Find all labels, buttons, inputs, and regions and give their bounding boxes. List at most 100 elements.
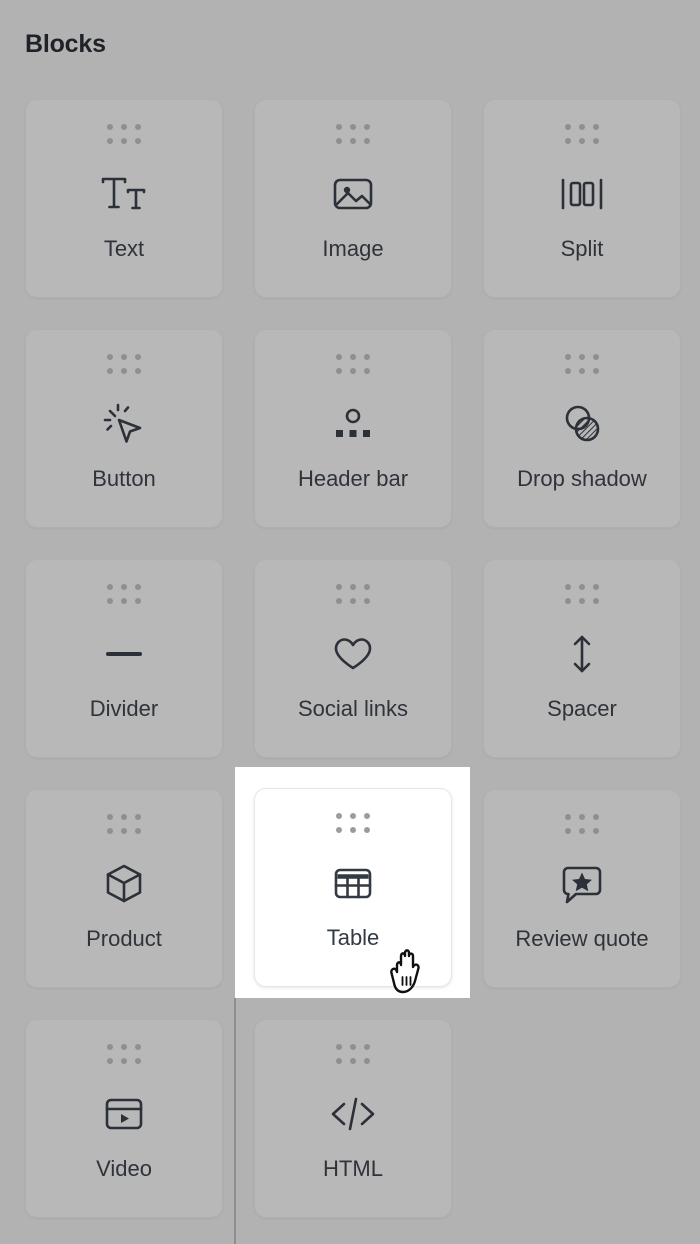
block-card-button[interactable]: Button	[25, 329, 223, 528]
block-card-image[interactable]: Image	[254, 99, 452, 298]
drag-handle-dots[interactable]	[565, 124, 599, 144]
drag-handle-dot	[107, 1058, 113, 1064]
drag-handle-dot	[364, 368, 370, 374]
drag-handle-dots[interactable]	[336, 584, 370, 604]
block-card-text[interactable]: Text	[25, 99, 223, 298]
block-card-label: Spacer	[547, 698, 617, 720]
drag-handle-dot	[135, 124, 141, 130]
header-bar-icon	[332, 400, 374, 448]
drag-handle-dot	[350, 1044, 356, 1050]
drag-handle-dot	[565, 598, 571, 604]
drag-handle-dot	[135, 138, 141, 144]
cube-icon	[102, 860, 146, 908]
drag-handle-dots[interactable]	[107, 124, 141, 144]
block-card-video[interactable]: Video	[25, 1019, 223, 1218]
drag-handle-dot	[565, 138, 571, 144]
drag-handle-dot	[135, 584, 141, 590]
drag-handle-dot	[565, 368, 571, 374]
drag-handle-dot	[336, 124, 342, 130]
block-card-drop-shadow[interactable]: Drop shadow	[483, 329, 681, 528]
drag-handle-dots[interactable]	[107, 1044, 141, 1064]
block-card-label: Button	[92, 468, 156, 490]
drag-handle-dots[interactable]	[107, 354, 141, 374]
drag-handle-dot	[336, 813, 342, 819]
drag-handle-dot	[579, 124, 585, 130]
image-icon	[331, 170, 375, 218]
drag-handle-dots[interactable]	[336, 1044, 370, 1064]
drag-handle-dot	[364, 827, 370, 833]
drag-handle-dot	[336, 584, 342, 590]
drag-handle-dot	[336, 827, 342, 833]
drag-handle-dots[interactable]	[107, 814, 141, 834]
block-card-label: Product	[86, 928, 162, 950]
drag-handle-dot	[121, 368, 127, 374]
drag-handle-dots[interactable]	[565, 354, 599, 374]
drag-handle-dot	[135, 598, 141, 604]
block-card-product[interactable]: Product	[25, 789, 223, 988]
drag-handle-dot	[336, 598, 342, 604]
block-card-spacer[interactable]: Spacer	[483, 559, 681, 758]
code-icon	[329, 1090, 377, 1138]
drag-handle-dot	[107, 1044, 113, 1050]
block-card-label: Table	[327, 927, 380, 949]
drag-handle-dot	[350, 1058, 356, 1064]
block-card-divider[interactable]: Divider	[25, 559, 223, 758]
video-icon	[102, 1090, 146, 1138]
drag-handle-dots[interactable]	[336, 354, 370, 374]
block-card-label: Social links	[298, 698, 408, 720]
drag-handle-dot	[135, 1058, 141, 1064]
drag-handle-dot	[364, 1044, 370, 1050]
block-card-label: Text	[104, 238, 144, 260]
drag-handle-dot	[593, 124, 599, 130]
drag-handle-dot	[336, 368, 342, 374]
drag-handle-dots[interactable]	[565, 584, 599, 604]
drag-handle-dot	[121, 828, 127, 834]
drag-handle-dot	[107, 354, 113, 360]
drag-handle-dot	[350, 598, 356, 604]
drag-handle-dot	[350, 813, 356, 819]
drag-handle-dot	[593, 368, 599, 374]
drag-handle-dots[interactable]	[107, 584, 141, 604]
split-icon	[559, 170, 605, 218]
drag-handle-dot	[593, 828, 599, 834]
block-card-label: HTML	[323, 1158, 383, 1180]
drag-handle-dot	[593, 584, 599, 590]
drag-handle-dot	[593, 814, 599, 820]
block-card-review-quote[interactable]: Review quote	[483, 789, 681, 988]
drag-handle-dots[interactable]	[565, 814, 599, 834]
drag-handle-dot	[107, 124, 113, 130]
drag-handle-dot	[350, 354, 356, 360]
drag-handle-dot	[107, 828, 113, 834]
drag-handle-dots[interactable]	[336, 124, 370, 144]
drag-handle-dot	[135, 1044, 141, 1050]
drag-handle-dot	[565, 354, 571, 360]
block-card-table[interactable]: Table	[254, 788, 452, 987]
blocks-grid: Text Image Split Button Header bar Drop …	[25, 99, 681, 1218]
block-card-label: Drop shadow	[517, 468, 647, 490]
drag-handle-dots[interactable]	[336, 813, 370, 833]
block-card-social-links[interactable]: Social links	[254, 559, 452, 758]
block-card-label: Divider	[90, 698, 158, 720]
drag-handle-dot	[364, 124, 370, 130]
block-card-html[interactable]: HTML	[254, 1019, 452, 1218]
drag-handle-dot	[121, 1044, 127, 1050]
heart-icon	[331, 630, 375, 678]
drag-handle-dot	[121, 138, 127, 144]
drop-shadow-icon	[560, 400, 604, 448]
block-card-label: Image	[322, 238, 383, 260]
block-card-header-bar[interactable]: Header bar	[254, 329, 452, 528]
drag-handle-dot	[121, 1058, 127, 1064]
block-card-split[interactable]: Split	[483, 99, 681, 298]
drag-handle-dot	[350, 368, 356, 374]
drag-handle-dot	[336, 1044, 342, 1050]
drag-handle-dot	[336, 138, 342, 144]
drag-handle-dot	[350, 827, 356, 833]
spacer-arrows-icon	[562, 630, 602, 678]
drag-handle-dot	[107, 598, 113, 604]
drag-handle-dot	[593, 138, 599, 144]
divider-icon	[102, 630, 146, 678]
text-icon	[100, 170, 148, 218]
drag-handle-dot	[579, 368, 585, 374]
drag-handle-dot	[121, 814, 127, 820]
drag-handle-dot	[135, 354, 141, 360]
